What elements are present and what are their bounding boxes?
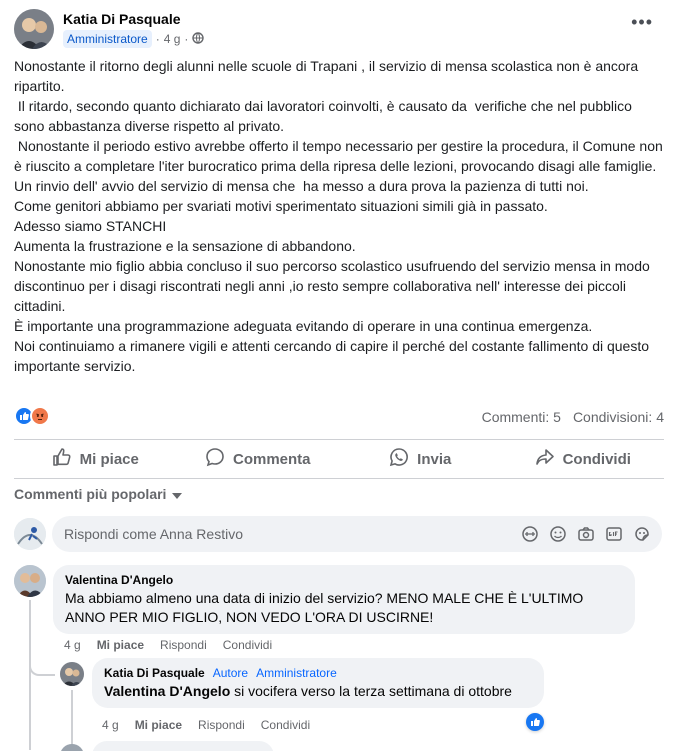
gif-icon[interactable] (604, 524, 624, 544)
comment-icon (205, 447, 225, 471)
reply-like-button[interactable]: Mi piace (135, 718, 182, 732)
comment-label: Commenta (232, 450, 311, 468)
reply-placeholder: Rispondi come Anna Restivo (64, 526, 243, 542)
post-counts: Commenti: 5 Condivisioni: 4 (482, 409, 664, 425)
thread-line (29, 600, 31, 750)
reply-input[interactable]: Rispondi come Anna Restivo (52, 516, 662, 552)
comment-author-name[interactable]: Valentina D'Angelo (65, 573, 173, 587)
comment-text: Ma abbiamo almeno una data di inizio del… (65, 590, 584, 625)
reply-author-name[interactable]: Katia Di Pasquale (104, 666, 205, 680)
comment-button[interactable]: Commenta (177, 440, 340, 478)
reply-tools (520, 524, 652, 544)
share-button[interactable]: Condividi (502, 440, 665, 478)
whatsapp-icon (389, 447, 409, 471)
comment-reply-button[interactable]: Rispondi (160, 638, 207, 652)
author-avatar[interactable] (14, 9, 54, 49)
reaction-icons[interactable] (14, 406, 50, 426)
reply-like-reaction-icon[interactable] (526, 713, 544, 731)
reply-thread-line (71, 690, 73, 750)
reply-share-button[interactable]: Condividi (261, 718, 310, 732)
sort-label-text: Commenti più popolari (14, 486, 167, 502)
shares-count[interactable]: Condivisioni: 4 (573, 409, 664, 425)
share-icon (535, 447, 555, 471)
comments-count[interactable]: Commenti: 5 (482, 409, 561, 425)
avatar-sticker-icon[interactable] (520, 524, 540, 544)
comment-like-button[interactable]: Mi piace (97, 638, 144, 652)
whatsapp-label: Invia (417, 450, 452, 468)
current-user-avatar[interactable] (14, 518, 46, 550)
author-name[interactable]: Katia Di Pasquale (63, 11, 181, 27)
caret-down-icon (172, 486, 183, 502)
thumbs-up-icon (52, 447, 72, 471)
emoji-icon[interactable] (548, 524, 568, 544)
post-body: Nonostante il ritorno degli alunni nelle… (14, 56, 664, 376)
meta-separator: · (155, 32, 160, 46)
camera-icon[interactable] (576, 524, 596, 544)
comment-share-button[interactable]: Condividi (223, 638, 272, 652)
next-reply-bubble (92, 741, 274, 751)
author-tag: Autore (212, 666, 249, 680)
comment-time[interactable]: 4 g (64, 638, 81, 652)
reply-text-body: si vocifera verso la terza settimana di … (230, 683, 512, 699)
comment-avatar-valentina[interactable] (14, 565, 46, 597)
next-reply-avatar[interactable] (60, 744, 84, 751)
comment-author[interactable]: Valentina D'Angelo (65, 573, 623, 587)
post-time[interactable]: 4 g (164, 32, 181, 46)
share-label: Condividi (562, 450, 631, 468)
reply-avatar-katia[interactable] (60, 662, 84, 686)
admin-tag: Amministratore (256, 666, 337, 680)
action-bar: Mi piace Commenta Invia Condividi (14, 439, 664, 479)
comment-actions: 4 g Mi piace Rispondi Condividi (64, 638, 272, 652)
sticker-icon[interactable] (632, 524, 652, 544)
like-label: Mi piace (79, 450, 139, 468)
reactions-row: Commenti: 5 Condivisioni: 4 (14, 406, 664, 428)
reply-reply-button[interactable]: Rispondi (198, 718, 245, 732)
role-badge: Amministratore (63, 30, 152, 48)
more-options-icon[interactable]: ••• (631, 13, 653, 31)
post-meta: Amministratore · 4 g · (63, 30, 205, 48)
reply-actions: 4 g Mi piace Rispondi Condividi (102, 718, 310, 732)
reply-text: Valentina D'Angelo si vocifera verso la … (104, 682, 532, 701)
comment-sort-dropdown[interactable]: Commenti più popolari (14, 486, 183, 502)
reply-time[interactable]: 4 g (102, 718, 119, 732)
post-text: Nonostante il ritorno degli alunni nelle… (14, 58, 663, 374)
like-button[interactable]: Mi piace (14, 440, 177, 478)
mention-link[interactable]: Valentina D'Angelo (104, 683, 230, 699)
angry-icon (30, 406, 50, 426)
reply-connector (29, 660, 55, 676)
reply-author: Katia Di Pasquale Autore Amministratore (104, 666, 532, 680)
separator-dot: · (184, 32, 189, 46)
globe-icon (192, 31, 205, 47)
reply-bubble: Katia Di Pasquale Autore Amministratore … (92, 658, 544, 708)
comment-bubble: Valentina D'Angelo Ma abbiamo almeno una… (53, 565, 635, 634)
whatsapp-send-button[interactable]: Invia (339, 440, 502, 478)
